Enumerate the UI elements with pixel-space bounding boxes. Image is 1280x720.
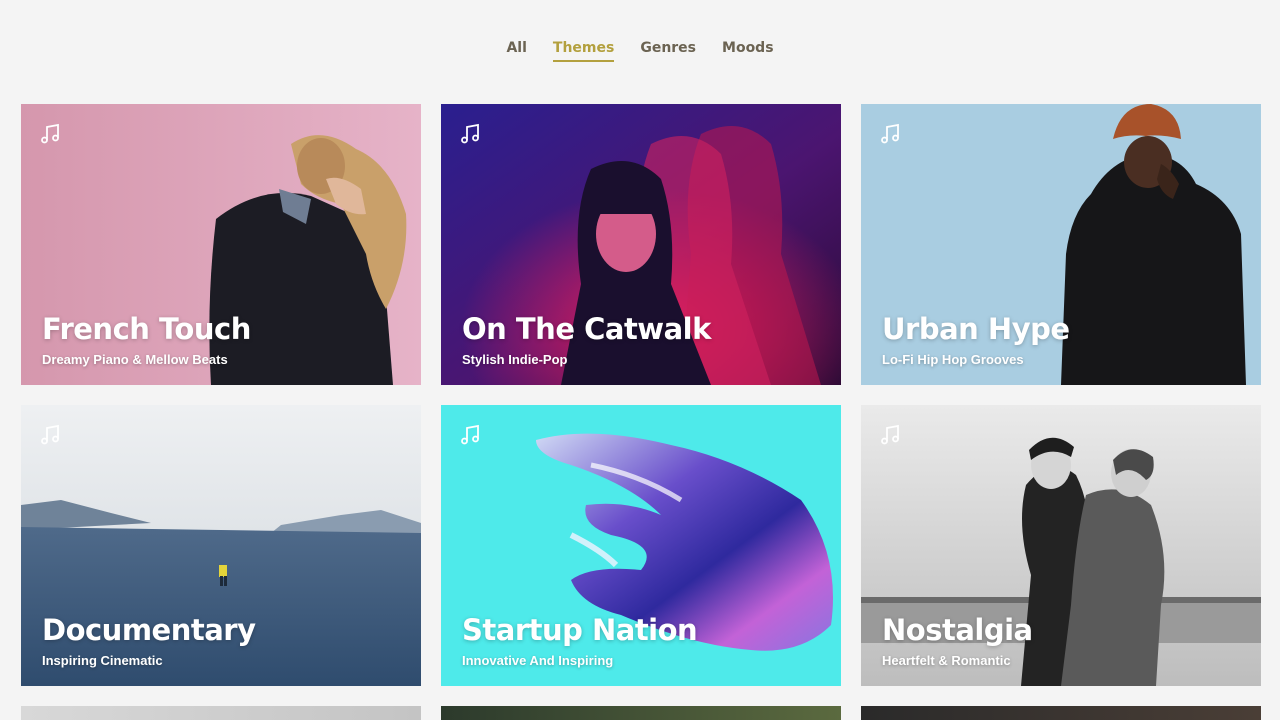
playlist-card-nostalgia[interactable]: Nostalgia Heartfelt & Romantic <box>861 405 1261 686</box>
card-subtitle: Stylish Indie-Pop <box>462 352 568 367</box>
card-title: Startup Nation <box>462 613 698 647</box>
card-title: Documentary <box>42 613 256 647</box>
card-subtitle: Innovative And Inspiring <box>462 653 614 668</box>
card-title: French Touch <box>42 312 251 346</box>
card-subtitle: Dreamy Piano & Mellow Beats <box>42 352 228 367</box>
playlist-card-startup-nation[interactable]: Startup Nation Innovative And Inspiring <box>441 405 841 686</box>
tab-moods[interactable]: Moods <box>722 38 774 62</box>
tab-genres[interactable]: Genres <box>640 38 696 62</box>
music-note-icon <box>881 424 899 445</box>
partial-card-image[interactable] <box>21 706 421 720</box>
card-subtitle: Lo-Fi Hip Hop Grooves <box>882 352 1024 367</box>
playlist-card-on-the-catwalk[interactable]: On The Catwalk Stylish Indie-Pop <box>441 104 841 385</box>
music-note-icon <box>41 123 59 144</box>
music-note-icon <box>41 424 59 445</box>
playlist-card-urban-hype[interactable]: Urban Hype Lo-Fi Hip Hop Grooves <box>861 104 1261 385</box>
card-subtitle: Heartfelt & Romantic <box>882 653 1011 668</box>
category-tabs: All Themes Genres Moods <box>0 38 1280 62</box>
next-row-cards-partial <box>21 706 1261 720</box>
card-subtitle: Inspiring Cinematic <box>42 653 163 668</box>
music-note-icon <box>881 123 899 144</box>
playlist-card-french-touch[interactable]: French Touch Dreamy Piano & Mellow Beats <box>21 104 421 385</box>
music-note-icon <box>461 123 479 144</box>
tab-all[interactable]: All <box>506 38 526 62</box>
partial-card-image[interactable] <box>441 706 841 720</box>
playlist-card-documentary[interactable]: Documentary Inspiring Cinematic <box>21 405 421 686</box>
playlist-grid: French Touch Dreamy Piano & Mellow Beats… <box>21 104 1261 686</box>
card-title: Nostalgia <box>882 613 1033 647</box>
card-title: On The Catwalk <box>462 312 711 346</box>
tab-themes[interactable]: Themes <box>552 38 615 62</box>
card-title: Urban Hype <box>882 312 1070 346</box>
partial-card-image[interactable] <box>861 706 1261 720</box>
music-note-icon <box>461 424 479 445</box>
